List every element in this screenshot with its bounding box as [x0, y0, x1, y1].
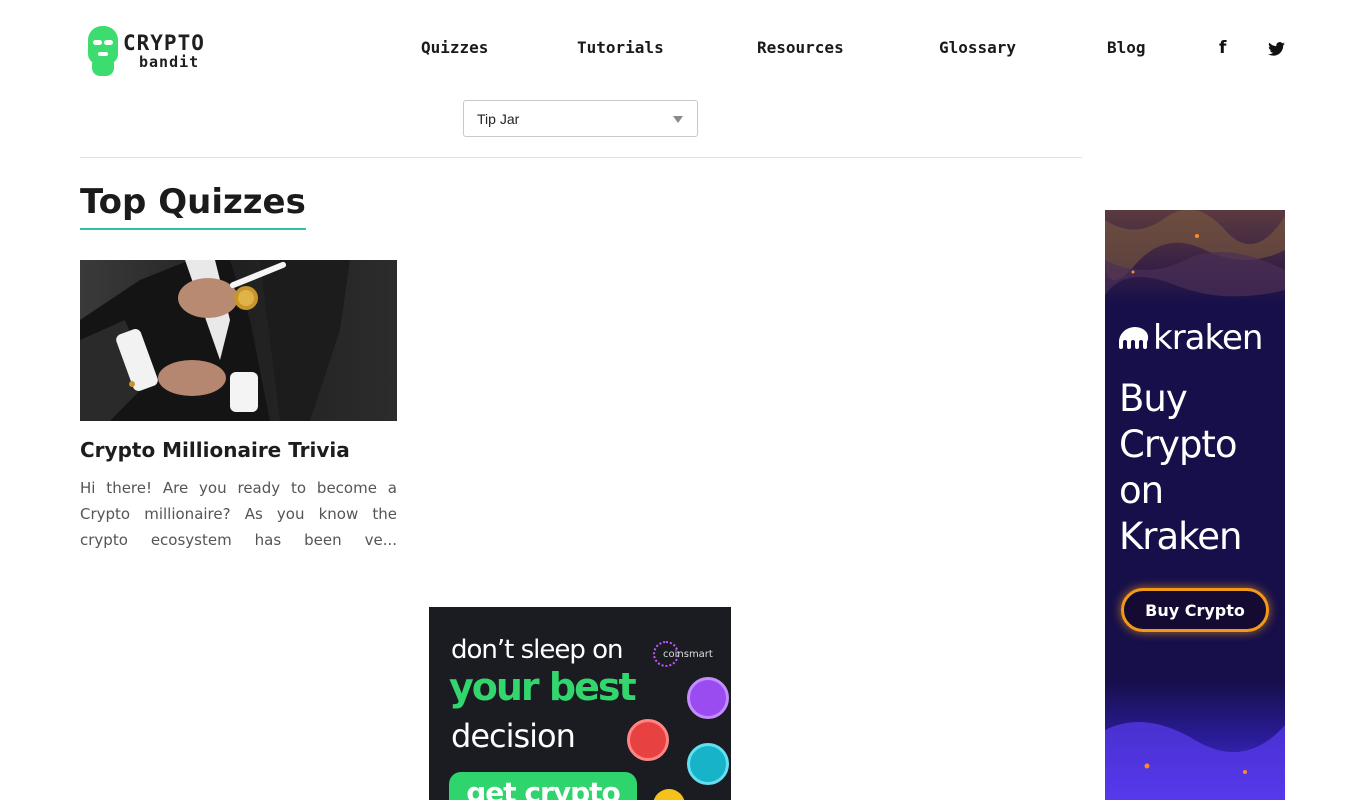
- coinsmart-logo: coinsmart: [653, 641, 713, 667]
- kraken-headline-line: Buy: [1119, 377, 1188, 420]
- kraken-logo: kraken: [1119, 318, 1263, 358]
- quiz-card-title[interactable]: Crypto Millionaire Trivia: [80, 438, 350, 462]
- tip-jar-selected-value: Tip Jar: [477, 110, 520, 127]
- logo-line2: bandit: [139, 52, 200, 71]
- kraken-headline-line: Crypto: [1119, 423, 1238, 466]
- coinsmart-brand-text: coinsmart: [663, 648, 713, 660]
- header-divider: [80, 157, 1082, 158]
- nav-item-quizzes[interactable]: Quizzes: [421, 38, 488, 57]
- coinsmart-ad-line3: decision: [451, 717, 576, 755]
- kraken-headline-line: Kraken: [1119, 515, 1242, 558]
- gold-coin-icon: [653, 789, 685, 800]
- quiz-card-image[interactable]: [80, 260, 397, 421]
- tip-jar-select[interactable]: Tip Jar: [463, 100, 698, 137]
- avalanche-coin-icon: [627, 719, 669, 761]
- nav-item-resources[interactable]: Resources: [757, 38, 844, 57]
- nav-item-tutorials[interactable]: Tutorials: [577, 38, 664, 57]
- mask-icon: [86, 26, 120, 76]
- kraken-brand-text: kraken: [1153, 318, 1263, 358]
- nav-item-blog[interactable]: Blog: [1107, 38, 1146, 57]
- coinsmart-ad-banner[interactable]: don’t sleep on your best decision coinsm…: [429, 607, 731, 800]
- facebook-icon[interactable]: f: [1219, 38, 1226, 58]
- kraken-headline: Buy Crypto on Kraken: [1119, 376, 1279, 560]
- page-title: Top Quizzes: [80, 182, 306, 230]
- nav-item-glossary[interactable]: Glossary: [939, 38, 1016, 57]
- kraken-icon: [1119, 327, 1149, 349]
- buy-crypto-button[interactable]: Buy Crypto: [1121, 588, 1269, 632]
- twitter-icon[interactable]: [1268, 42, 1285, 56]
- polygon-coin-icon: [687, 677, 729, 719]
- coinsmart-ad-line2: your best: [449, 665, 637, 709]
- get-crypto-button[interactable]: get crypto: [449, 772, 637, 800]
- chevron-down-icon: [673, 116, 683, 123]
- kraken-headline-line: on: [1119, 469, 1164, 512]
- solana-coin-icon: [687, 743, 729, 785]
- logo-wordmark: CRYPTO bandit: [123, 30, 205, 71]
- logo-line1: CRYPTO: [123, 30, 205, 55]
- coinsmart-ad-line1: don’t sleep on: [451, 635, 624, 665]
- site-logo[interactable]: CRYPTO bandit: [86, 24, 256, 78]
- kraken-ad-banner[interactable]: kraken Buy Crypto on Kraken Buy Crypto: [1105, 210, 1285, 800]
- quiz-card-description: Hi there! Are you ready to become a Cryp…: [80, 479, 397, 549]
